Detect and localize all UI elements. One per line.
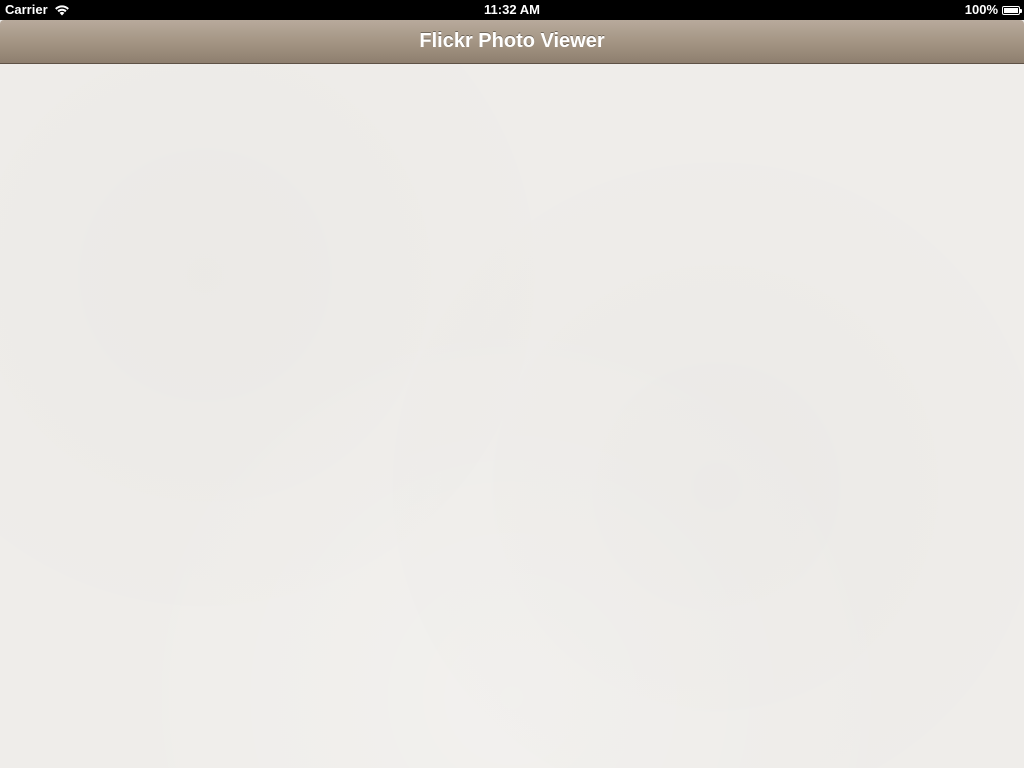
app-screen: Carrier 11:32 AM 100% Flickr Photo Viewe… <box>0 0 1024 768</box>
status-bar: Carrier 11:32 AM 100% <box>0 0 1024 20</box>
content-area[interactable] <box>0 64 1024 768</box>
battery-fill <box>1004 7 1018 13</box>
status-time: 11:32 AM <box>484 2 540 17</box>
battery-percent: 100% <box>964 2 998 17</box>
nav-title: Flickr Photo Viewer <box>419 30 605 52</box>
status-right: 100% <box>964 0 1022 20</box>
navigation-bar: Flickr Photo Viewer <box>0 20 1024 64</box>
battery-icon <box>1002 5 1022 15</box>
battery-tip <box>1020 8 1022 13</box>
